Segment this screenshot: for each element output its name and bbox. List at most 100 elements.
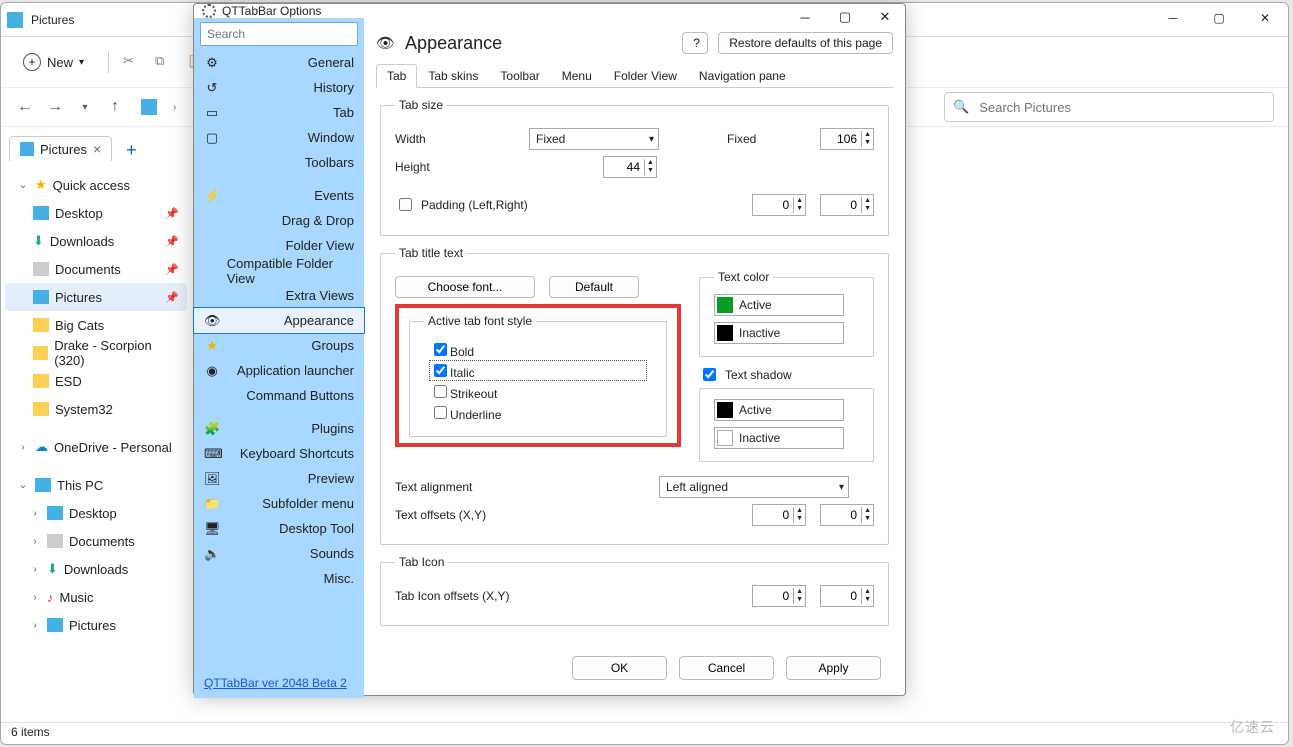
add-tab-button[interactable]: + bbox=[118, 140, 145, 161]
cat-dragdrop[interactable]: Drag & Drop bbox=[194, 208, 364, 233]
cat-subfolder[interactable]: 📁Subfolder menu bbox=[194, 491, 364, 516]
tree-documents[interactable]: Documents📌 bbox=[5, 255, 187, 283]
shadow-active-button[interactable]: Active bbox=[714, 399, 844, 421]
tree-bigcats[interactable]: Big Cats bbox=[5, 311, 187, 339]
maximize-button[interactable]: ▢ bbox=[1196, 3, 1242, 33]
tree-pc-documents[interactable]: ›Documents bbox=[5, 527, 187, 555]
cancel-button[interactable]: Cancel bbox=[679, 656, 774, 680]
cat-compat[interactable]: Compatible Folder View bbox=[194, 258, 364, 283]
cat-applauncher[interactable]: ◉Application launcher bbox=[194, 358, 364, 383]
tree-onedrive[interactable]: ›☁OneDrive - Personal bbox=[5, 433, 187, 461]
offset-x-input[interactable]: ▲▼ bbox=[752, 504, 806, 526]
cat-cmdbtn[interactable]: Command Buttons bbox=[194, 383, 364, 408]
icon-offset-y-input[interactable]: ▲▼ bbox=[820, 585, 874, 607]
text-shadow-checkbox[interactable]: Text shadow bbox=[699, 365, 874, 384]
cat-extra[interactable]: Extra Views bbox=[194, 283, 364, 308]
close-tab-icon[interactable]: × bbox=[93, 141, 101, 157]
cat-groups[interactable]: ★Groups bbox=[194, 333, 364, 358]
offset-y-input[interactable]: ▲▼ bbox=[820, 504, 874, 526]
tree-drake[interactable]: Drake - Scorpion (320) bbox=[5, 339, 187, 367]
search-input[interactable] bbox=[977, 99, 1265, 116]
back-button[interactable]: ← bbox=[15, 98, 35, 116]
close-button[interactable]: ✕ bbox=[1242, 3, 1288, 33]
tree-pictures[interactable]: Pictures📌 bbox=[5, 283, 187, 311]
cat-history[interactable]: ↺History bbox=[194, 75, 364, 100]
fixed-width-input[interactable]: ▲▼ bbox=[820, 128, 874, 150]
subtab-toolbar[interactable]: Toolbar bbox=[489, 64, 550, 88]
tree-thispc[interactable]: ⌄This PC bbox=[5, 471, 187, 499]
tree-pc-music[interactable]: ›♪Music bbox=[5, 583, 187, 611]
lightning-icon: ⚡ bbox=[204, 188, 220, 204]
search-box[interactable]: 🔍 bbox=[944, 92, 1274, 122]
cat-keyboard[interactable]: ⌨Keyboard Shortcuts bbox=[194, 441, 364, 466]
active-color-button[interactable]: Active bbox=[714, 294, 844, 316]
cat-sounds[interactable]: 🔈Sounds bbox=[194, 541, 364, 566]
dialog-maximize-button[interactable]: ▢ bbox=[825, 4, 865, 30]
cat-preview[interactable]: 🖼Preview bbox=[194, 466, 364, 491]
search-icon: 🔍 bbox=[953, 99, 969, 115]
color-swatch bbox=[717, 402, 733, 418]
pad-right-input[interactable]: ▲▼ bbox=[820, 194, 874, 216]
nav-tree: ⌄★Quick access Desktop📌 ⬇Downloads📌 Docu… bbox=[1, 161, 191, 722]
choose-font-button[interactable]: Choose font... bbox=[395, 276, 535, 298]
height-input[interactable]: ▲▼ bbox=[603, 156, 657, 178]
cat-appearance[interactable]: 👁Appearance bbox=[194, 308, 364, 333]
version-link[interactable]: QTTabBar ver 2048 Beta 2 bbox=[194, 676, 364, 698]
tree-quick-access[interactable]: ⌄★Quick access bbox=[5, 171, 187, 199]
width-mode-combo[interactable]: Fixed bbox=[529, 128, 659, 150]
restore-defaults-button[interactable]: Restore defaults of this page bbox=[718, 32, 893, 54]
cat-window[interactable]: ▢Window bbox=[194, 125, 364, 150]
tree-pc-desktop[interactable]: ›Desktop bbox=[5, 499, 187, 527]
text-align-combo[interactable]: Left aligned bbox=[659, 476, 849, 498]
tree-pc-pictures[interactable]: ›Pictures bbox=[5, 611, 187, 639]
category-search[interactable] bbox=[200, 22, 358, 46]
italic-checkbox[interactable]: Italic bbox=[430, 361, 646, 380]
new-button[interactable]: + New ▾ bbox=[13, 49, 94, 75]
tree-desktop[interactable]: Desktop📌 bbox=[5, 199, 187, 227]
subtab-navpane[interactable]: Navigation pane bbox=[688, 64, 797, 88]
cat-misc[interactable]: Misc. bbox=[194, 566, 364, 591]
pc-icon bbox=[35, 478, 51, 492]
copy-icon[interactable]: ⧉ bbox=[155, 53, 173, 71]
desktop-icon bbox=[33, 206, 49, 220]
forward-button[interactable]: → bbox=[45, 98, 65, 116]
tree-pc-downloads[interactable]: ›⬇Downloads bbox=[5, 555, 187, 583]
inactive-color-button[interactable]: Inactive bbox=[714, 322, 844, 344]
pictures-icon bbox=[33, 290, 49, 304]
subtab-menu[interactable]: Menu bbox=[551, 64, 603, 88]
tree-esd[interactable]: ESD bbox=[5, 367, 187, 395]
cat-toolbars[interactable]: Toolbars bbox=[194, 150, 364, 175]
folder-icon bbox=[33, 346, 48, 360]
padding-checkbox[interactable]: Padding (Left,Right) bbox=[395, 195, 528, 214]
tree-downloads[interactable]: ⬇Downloads📌 bbox=[5, 227, 187, 255]
apply-button[interactable]: Apply bbox=[786, 656, 881, 680]
cat-tab[interactable]: ▭Tab bbox=[194, 100, 364, 125]
icon-offset-x-input[interactable]: ▲▼ bbox=[752, 585, 806, 607]
history-dropdown[interactable]: ▾ bbox=[75, 102, 95, 113]
subtab-folderview[interactable]: Folder View bbox=[603, 64, 688, 88]
explorer-tab[interactable]: Pictures × bbox=[9, 136, 112, 161]
cut-icon[interactable]: ✂ bbox=[123, 53, 141, 71]
ok-button[interactable]: OK bbox=[572, 656, 667, 680]
cat-desktop[interactable]: 🖥Desktop Tool bbox=[194, 516, 364, 541]
info-button[interactable]: ? bbox=[682, 32, 708, 54]
pad-left-input[interactable]: ▲▼ bbox=[752, 194, 806, 216]
cat-events[interactable]: ⚡Events bbox=[194, 183, 364, 208]
desktop-icon: 🖥 bbox=[204, 521, 220, 537]
shadow-inactive-button[interactable]: Inactive bbox=[714, 427, 844, 449]
dialog-close-button[interactable]: ✕ bbox=[865, 4, 905, 30]
cat-plugins[interactable]: 🧩Plugins bbox=[194, 416, 364, 441]
bold-checkbox[interactable]: Bold bbox=[430, 340, 646, 359]
settings-pane: Tab size Width Fixed Fixed ▲▼ Height ▲▼ bbox=[376, 88, 893, 646]
cat-folderview[interactable]: Folder View bbox=[194, 233, 364, 258]
subtab-tabskins[interactable]: Tab skins bbox=[417, 64, 489, 88]
cat-general[interactable]: ⚙General bbox=[194, 50, 364, 75]
minimize-button[interactable]: ─ bbox=[1150, 3, 1196, 33]
underline-checkbox[interactable]: Underline bbox=[430, 403, 646, 422]
strikeout-checkbox[interactable]: Strikeout bbox=[430, 382, 646, 401]
default-font-button[interactable]: Default bbox=[549, 276, 639, 298]
dialog-minimize-button[interactable]: ─ bbox=[785, 4, 825, 30]
subtab-tab[interactable]: Tab bbox=[376, 64, 417, 88]
up-button[interactable]: ↑ bbox=[105, 98, 125, 116]
tree-system32[interactable]: System32 bbox=[5, 395, 187, 423]
